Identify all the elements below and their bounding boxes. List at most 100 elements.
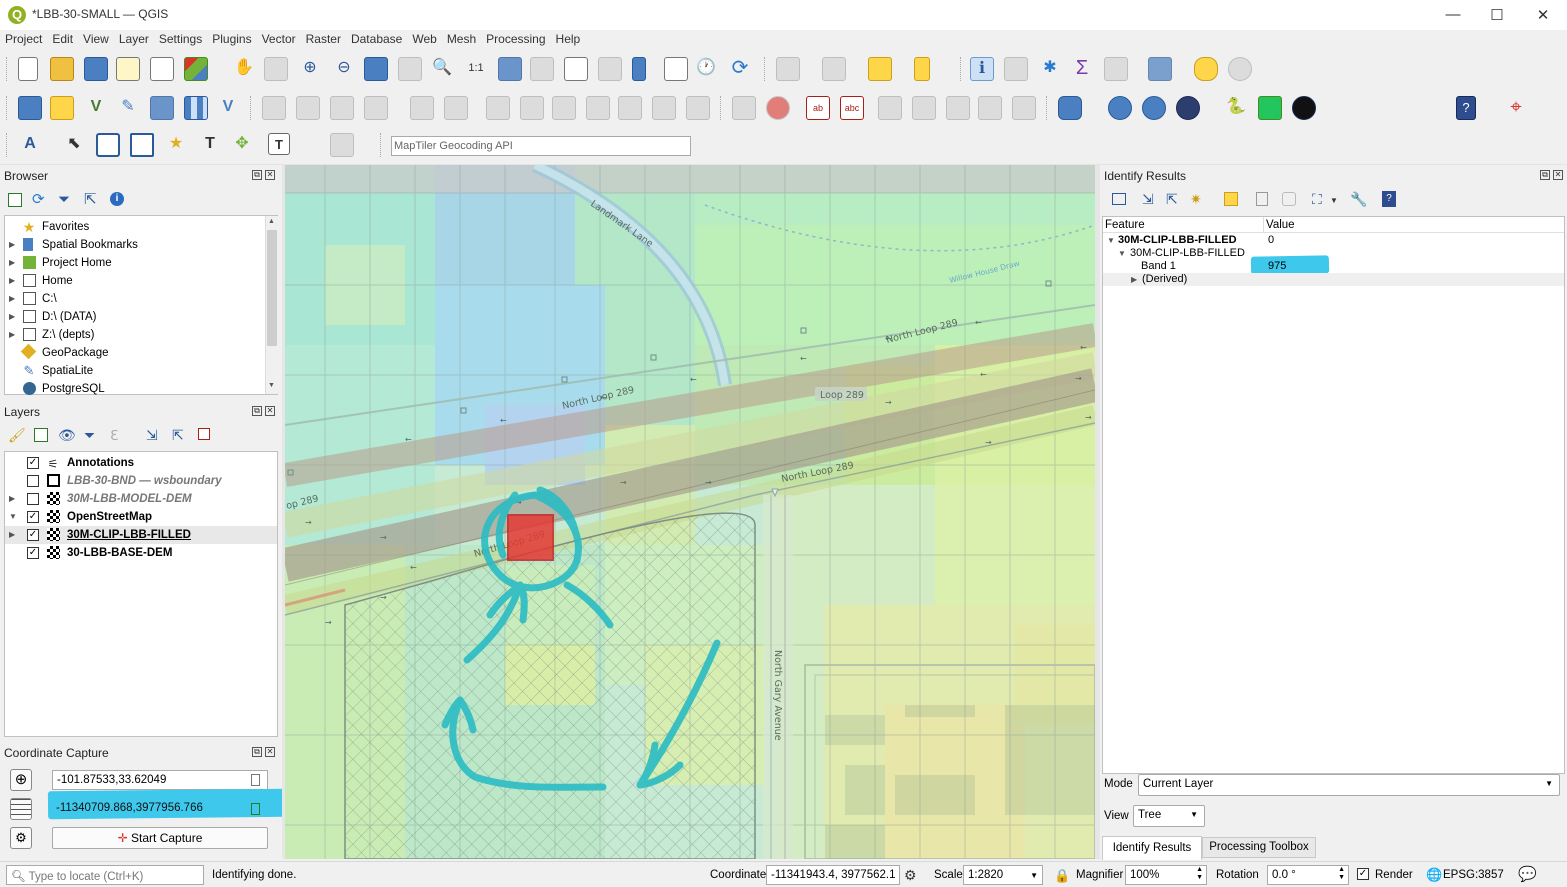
text-along-line-icon[interactable]: T <box>198 133 222 157</box>
modify-attributes-icon[interactable] <box>444 96 468 120</box>
toolbar-grip[interactable] <box>380 133 383 157</box>
layer-styling-icon[interactable]: 🖌 <box>8 424 26 446</box>
expand-all-icon[interactable]: ⇲ <box>1142 188 1154 210</box>
layer-item-30m-lbb-model-dem[interactable]: ▶ 30M-LBB-MODEL-DEM <box>5 490 277 508</box>
magnifier-spinbox[interactable]: 100% ▲ ▼ <box>1125 865 1207 885</box>
expand-all-icon[interactable]: ⇲ <box>146 424 158 446</box>
geographic-coordinate-field[interactable]: -101.87533,33.62049 <box>52 770 268 790</box>
toggle-editing-icon[interactable] <box>262 96 286 120</box>
menu-database[interactable]: Database <box>346 30 407 46</box>
dropdown-arrow-icon[interactable]: ▼ <box>1330 190 1338 212</box>
refresh-icon[interactable]: ⟳ <box>728 57 752 81</box>
identify-mode-icon[interactable]: ⛶ <box>1312 188 1322 210</box>
zoom-in-icon[interactable]: ⊕ <box>298 57 322 81</box>
expand-arrow-icon[interactable]: ▶ <box>1131 275 1137 284</box>
attribute-table-icon[interactable] <box>1104 57 1128 81</box>
collapse-all-icon[interactable]: ⇱ <box>1166 188 1178 210</box>
zoom-full-icon[interactable] <box>364 57 388 81</box>
layout-manager-icon[interactable] <box>150 57 174 81</box>
move-label-icon[interactable] <box>878 96 902 120</box>
search-web-icon[interactable] <box>1142 96 1166 120</box>
pan-to-selection-icon[interactable] <box>264 57 288 81</box>
copy-features-icon[interactable] <box>552 96 576 120</box>
spinbox-arrows-icon[interactable]: ▲ ▼ <box>1196 866 1203 882</box>
pan-map-icon[interactable]: ✋ <box>232 57 256 81</box>
expand-arrow-icon[interactable]: ▶ <box>9 240 15 249</box>
visibility-icon[interactable]: 👁 <box>58 424 76 446</box>
show-labels-icon[interactable]: ab <box>806 96 830 120</box>
start-capture-button[interactable]: ✛ Start Capture <box>52 827 268 849</box>
temporal-controller-icon[interactable]: 🕐 <box>694 57 718 81</box>
zoom-next-icon[interactable] <box>530 57 554 81</box>
quickmapservices-icon[interactable] <box>1176 96 1200 120</box>
copy-feature-icon[interactable] <box>1256 192 1268 206</box>
scroll-down-icon[interactable]: ▼ <box>268 382 275 389</box>
scroll-up-icon[interactable]: ▲ <box>268 218 275 225</box>
db-manager-icon[interactable] <box>1058 96 1082 120</box>
spinbox-arrows-icon[interactable]: ▲ ▼ <box>1338 866 1345 882</box>
track-mouse-icon[interactable]: ⚙ <box>10 827 32 849</box>
close-panel-button[interactable]: ✕ <box>265 170 275 180</box>
lock-scale-icon[interactable]: 🔒 <box>1054 865 1070 887</box>
select-move-annotation-icon[interactable]: ⬉ <box>62 133 86 157</box>
rotation-spinbox[interactable]: 0.0 ° ▲ ▼ <box>1267 865 1349 885</box>
add-virtual-layer-icon[interactable]: V <box>216 96 240 120</box>
layer-checkbox[interactable] <box>27 475 39 487</box>
float-panel-button[interactable]: ⧉ <box>252 406 262 416</box>
expand-arrow-icon[interactable]: ▶ <box>9 258 15 267</box>
delete-selected-icon[interactable] <box>486 96 510 120</box>
locator-search-input[interactable]: 🔍︎ Type to locate (Ctrl+K) <box>6 865 204 885</box>
filter-browser-icon[interactable]: ⏷ <box>58 189 70 211</box>
projected-coordinate-field[interactable]: -11340709.868,3977956.766 <box>52 799 268 819</box>
menu-layer[interactable]: Layer <box>114 30 154 46</box>
properties-icon[interactable]: i <box>110 192 124 206</box>
vertex-tool-icon[interactable] <box>410 96 434 120</box>
save-project-icon[interactable] <box>84 57 108 81</box>
splitter-left[interactable] <box>282 165 285 859</box>
toolbar-grip[interactable] <box>6 133 9 157</box>
undo-icon[interactable] <box>618 96 642 120</box>
collapse-arrow-icon[interactable]: ▼ <box>9 512 17 521</box>
layer-item-annotations[interactable]: ✓ ⚟ Annotations <box>5 454 277 472</box>
expand-tree-icon[interactable] <box>1112 193 1126 205</box>
zoom-to-selection-icon[interactable] <box>398 57 422 81</box>
layer-checkbox[interactable]: ✓ <box>27 547 39 559</box>
layer-checkbox[interactable]: ✓ <box>27 529 39 541</box>
pin-diagram-icon[interactable] <box>978 96 1002 120</box>
float-panel-button[interactable]: ⧉ <box>252 747 262 757</box>
map-canvas[interactable]: ← ← ← ← ← ← ← → → → → → → ← ← ← → → → → → Landmark Lane N… <box>285 165 1095 859</box>
crosshair-icon[interactable]: ⌖ <box>1504 96 1528 120</box>
expand-arrow-icon[interactable]: ▶ <box>9 294 15 303</box>
profile-tool-icon[interactable] <box>1258 96 1282 120</box>
tab-identify-results[interactable]: Identify Results <box>1102 836 1202 860</box>
redo-icon[interactable] <box>652 96 676 120</box>
menu-help[interactable]: Help <box>551 30 586 46</box>
maximize-button[interactable]: ☐ <box>1487 6 1507 24</box>
expand-arrow-icon[interactable]: ▶ <box>9 494 15 503</box>
cut-features-icon[interactable] <box>520 96 544 120</box>
close-panel-button[interactable]: ✕ <box>1553 170 1563 180</box>
toolbar-grip[interactable] <box>764 57 767 81</box>
layer-item-30m-clip-lbb-filled[interactable]: ▶ ✓ 30M-CLIP-LBB-FILLED <box>5 526 277 544</box>
toolbar-grip[interactable] <box>1046 96 1049 120</box>
result-row-band[interactable]: Band 1 975 <box>1103 255 1564 275</box>
toolbar-grip[interactable] <box>960 57 963 81</box>
layer-item-openstreetmap[interactable]: ▼ ✓ OpenStreetMap <box>5 508 277 526</box>
change-label-icon[interactable] <box>946 96 970 120</box>
zoom-last-icon[interactable] <box>498 57 522 81</box>
point-text-icon[interactable]: ✥ <box>230 133 254 157</box>
rotate-label-icon[interactable] <box>912 96 936 120</box>
text-annotation-icon[interactable]: A <box>18 133 42 157</box>
add-wms-icon[interactable] <box>150 96 174 120</box>
python-console-icon[interactable]: 🐍 <box>1224 96 1248 120</box>
geocoder-search-input[interactable]: MapTiler Geocoding API <box>391 136 691 156</box>
scale-select[interactable]: 1:2820 ▼ <box>963 865 1043 885</box>
collapse-arrow-icon[interactable]: ▼ <box>1107 236 1115 245</box>
globe-icon[interactable] <box>1292 96 1316 120</box>
new-bookmark-icon[interactable] <box>632 57 646 81</box>
zoom-out-icon[interactable]: ⊖ <box>332 57 356 81</box>
show-bookmarks-icon[interactable] <box>664 57 688 81</box>
float-panel-button[interactable]: ⧉ <box>252 170 262 180</box>
remove-layer-icon[interactable] <box>198 428 210 440</box>
layer-checkbox[interactable]: ✓ <box>27 511 39 523</box>
